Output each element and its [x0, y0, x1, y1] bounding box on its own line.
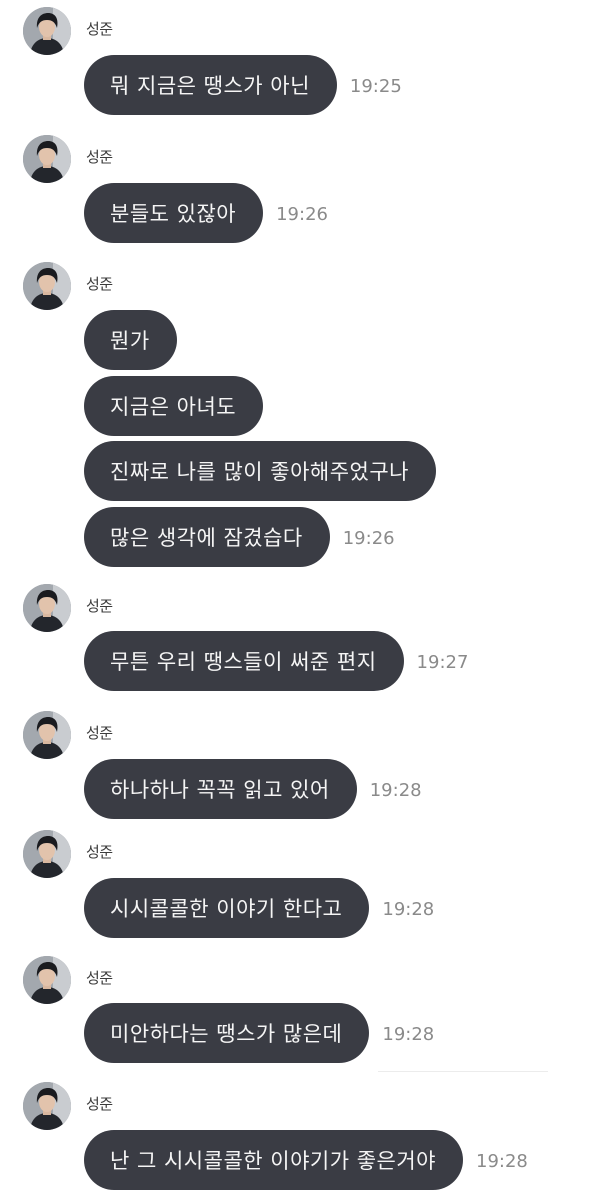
message-row: 미안하다는 땡스가 많은데 19:28 — [84, 1003, 434, 1063]
avatar[interactable] — [23, 135, 71, 183]
divider — [378, 1071, 548, 1072]
avatar[interactable] — [23, 7, 71, 55]
avatar[interactable] — [23, 830, 71, 878]
avatar[interactable] — [23, 711, 71, 759]
message-time: 19:28 — [382, 1024, 435, 1045]
message-bubble[interactable]: 지금은 아녀도 — [84, 376, 264, 436]
message-row: 진짜로 나를 많이 좋아해주었구나 — [84, 441, 437, 501]
profile-photo-icon — [23, 584, 71, 632]
message-row: 뭐 지금은 땡스가 아닌 19:25 — [84, 55, 402, 115]
message-time: 19:28 — [369, 780, 422, 801]
avatar[interactable] — [23, 584, 71, 632]
profile-photo-icon — [23, 711, 71, 759]
message-bubble[interactable]: 난 그 시시콜콜한 이야기가 좋은거야 — [84, 1130, 463, 1190]
message-time: 19:28 — [382, 899, 435, 920]
sender-name: 성준 — [86, 148, 113, 166]
profile-photo-icon — [23, 135, 71, 183]
sender-name: 성준 — [86, 969, 113, 987]
message-time: 19:26 — [342, 528, 395, 549]
message-time: 19:25 — [349, 76, 402, 97]
profile-photo-icon — [23, 1082, 71, 1130]
profile-photo-icon — [23, 830, 71, 878]
message-row: 난 그 시시콜콜한 이야기가 좋은거야 19:28 — [84, 1130, 528, 1190]
message-bubble[interactable]: 시시콜콜한 이야기 한다고 — [84, 878, 370, 938]
message-row: 지금은 아녀도 — [84, 376, 264, 436]
message-bubble[interactable]: 뭔가 — [84, 310, 177, 370]
message-bubble[interactable]: 분들도 있잖아 — [84, 183, 264, 243]
avatar[interactable] — [23, 956, 71, 1004]
message-row: 시시콜콜한 이야기 한다고 19:28 — [84, 878, 434, 938]
sender-name: 성준 — [86, 724, 113, 742]
message-bubble[interactable]: 뭐 지금은 땡스가 아닌 — [84, 55, 337, 115]
message-row: 무튼 우리 땡스들이 써준 편지 19:27 — [84, 631, 468, 691]
message-time: 19:26 — [276, 204, 328, 225]
message-row: 분들도 있잖아 19:26 — [84, 183, 328, 243]
message-bubble[interactable]: 미안하다는 땡스가 많은데 — [84, 1003, 370, 1063]
message-bubble[interactable]: 많은 생각에 잠겼습다 — [84, 507, 330, 567]
message-time: 19:27 — [416, 652, 469, 673]
profile-photo-icon — [23, 7, 71, 55]
profile-photo-icon — [23, 262, 71, 310]
avatar[interactable] — [23, 262, 71, 310]
sender-name: 성준 — [86, 843, 113, 861]
sender-name: 성준 — [86, 20, 113, 38]
message-row: 많은 생각에 잠겼습다 19:26 — [84, 507, 395, 567]
message-bubble[interactable]: 진짜로 나를 많이 좋아해주었구나 — [84, 441, 437, 501]
sender-name: 성준 — [86, 597, 113, 615]
profile-photo-icon — [23, 956, 71, 1004]
message-row: 뭔가 — [84, 310, 177, 370]
avatar[interactable] — [23, 1082, 71, 1130]
sender-name: 성준 — [86, 275, 113, 293]
message-time: 19:28 — [476, 1151, 528, 1172]
message-row: 하나하나 꼭꼭 읽고 있어 19:28 — [84, 759, 422, 819]
sender-name: 성준 — [86, 1095, 113, 1113]
message-bubble[interactable]: 하나하나 꼭꼭 읽고 있어 — [84, 759, 357, 819]
message-bubble[interactable]: 무튼 우리 땡스들이 써준 편지 — [84, 631, 404, 691]
